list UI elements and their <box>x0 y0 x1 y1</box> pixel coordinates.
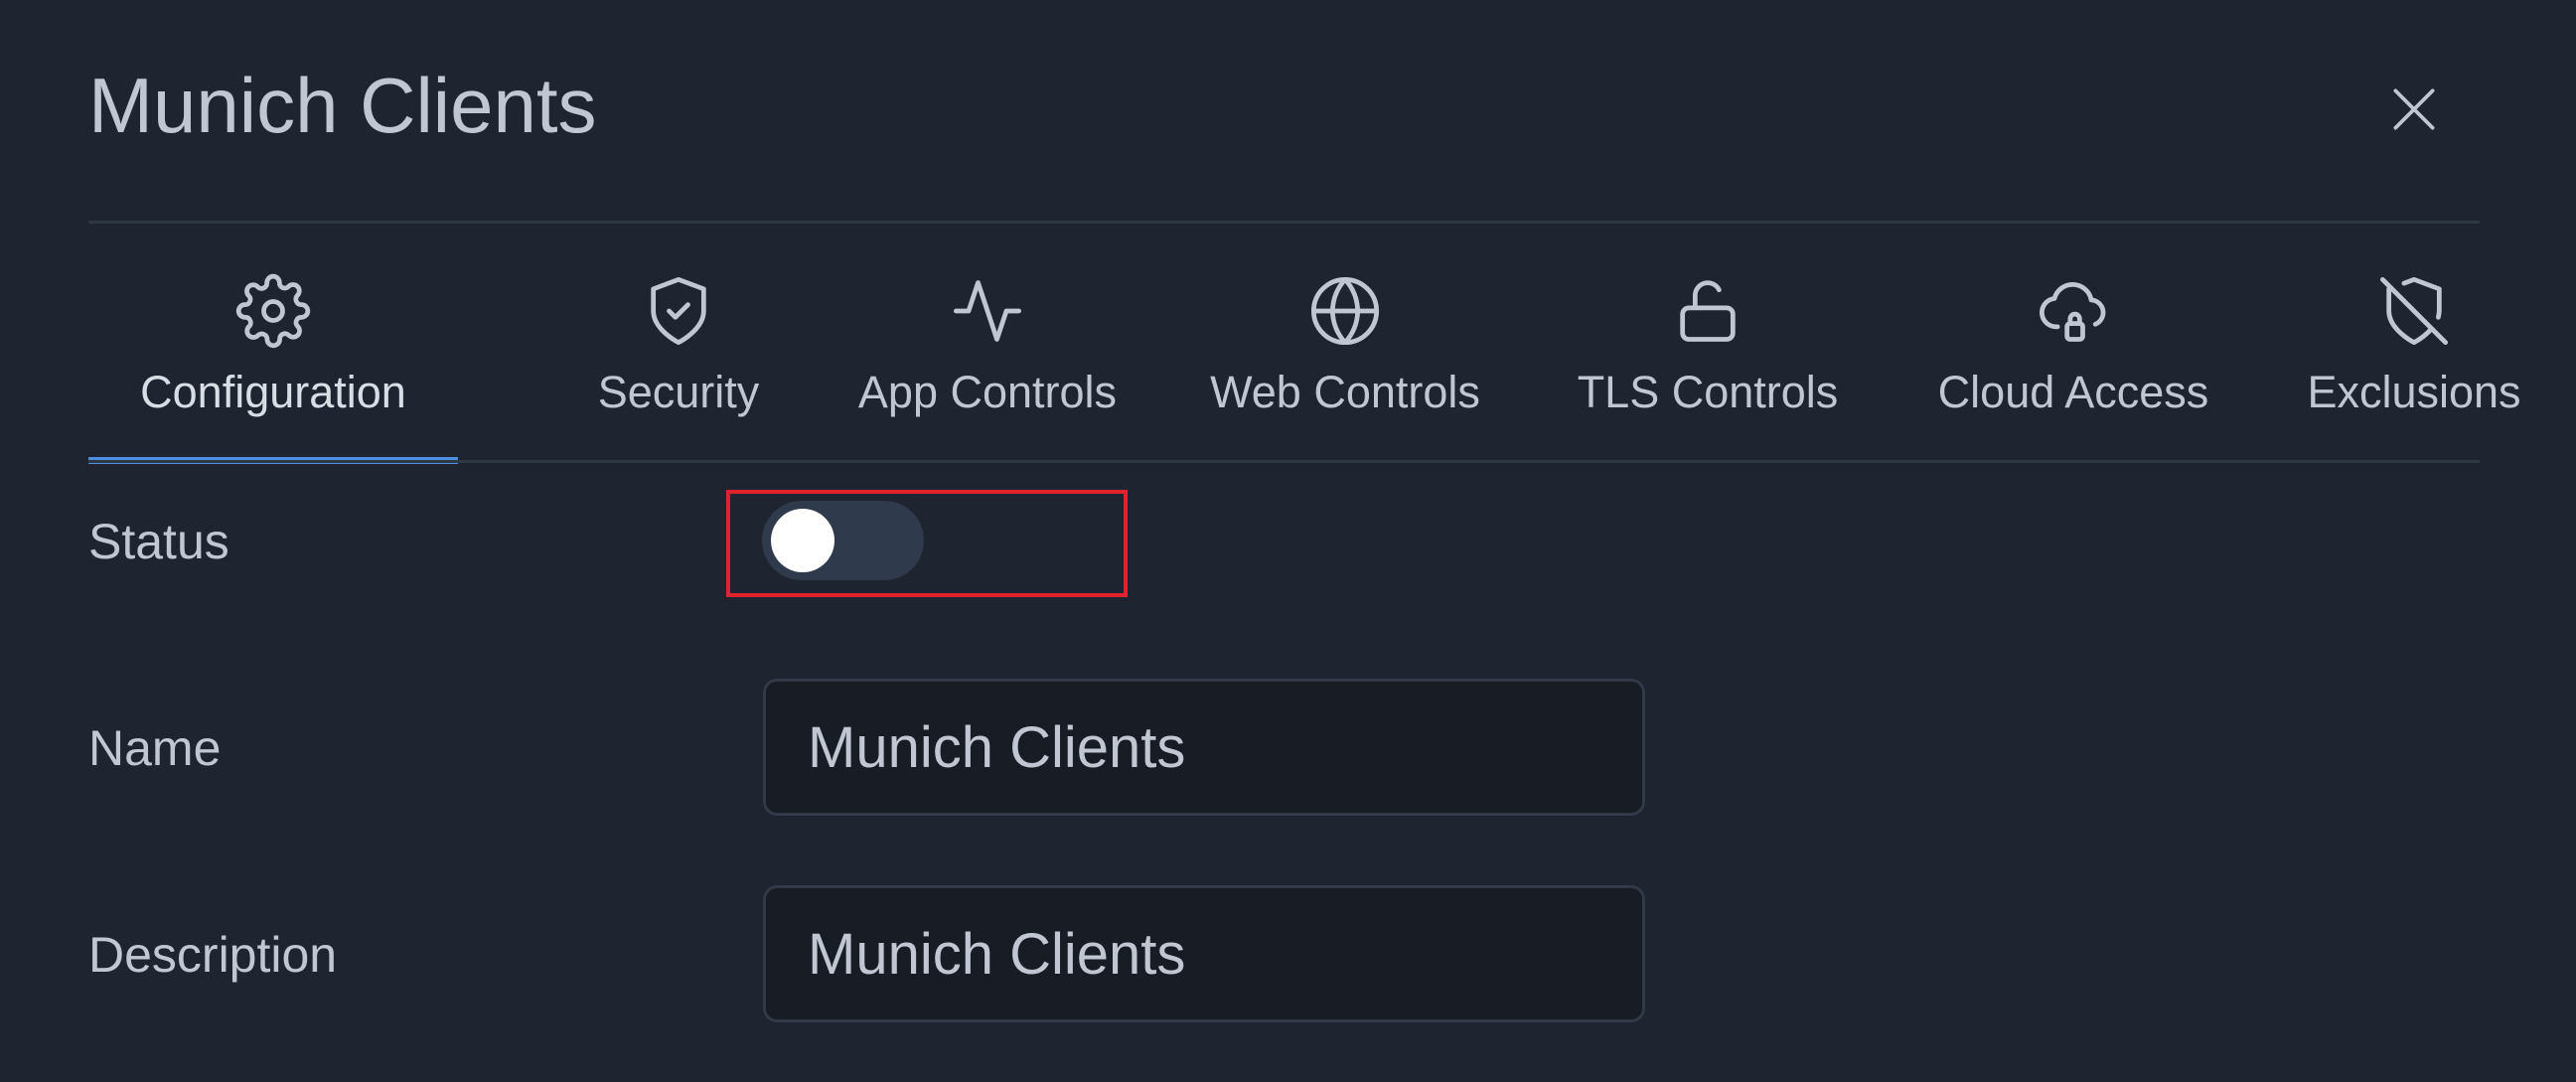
shield-check-icon <box>651 276 706 346</box>
name-input[interactable] <box>763 679 1645 816</box>
tab-label: Configuration <box>140 367 406 417</box>
gear-icon <box>235 273 311 349</box>
shield-off-icon <box>2379 276 2449 346</box>
tab-label: Exclusions <box>2307 367 2521 417</box>
tab-bar-divider <box>88 460 2480 463</box>
tab-exclusions[interactable]: Exclusions <box>2209 224 2576 462</box>
tab-label: Cloud Access <box>1937 367 2209 417</box>
dialog-title: Munich Clients <box>88 62 597 149</box>
globe-icon <box>1310 276 1380 346</box>
status-label: Status <box>88 514 229 569</box>
status-toggle[interactable] <box>762 501 924 580</box>
activity-icon <box>953 280 1022 342</box>
cloud-lock-icon <box>2040 281 2106 342</box>
close-button[interactable] <box>2376 72 2452 147</box>
description-input[interactable] <box>763 885 1645 1022</box>
tab-label: Security <box>597 367 760 417</box>
close-icon <box>2393 88 2435 130</box>
tab-bar: Configuration Security App Controls Web … <box>88 224 2521 464</box>
tab-label: TLS Controls <box>1577 367 1839 417</box>
toggle-knob <box>771 509 834 572</box>
tab-label: App Controls <box>857 367 1118 417</box>
tab-label: Web Controls <box>1210 367 1480 417</box>
tab-configuration[interactable]: Configuration <box>88 224 458 464</box>
description-label: Description <box>88 927 338 983</box>
name-label: Name <box>88 720 222 776</box>
unlock-icon <box>1680 280 1736 342</box>
